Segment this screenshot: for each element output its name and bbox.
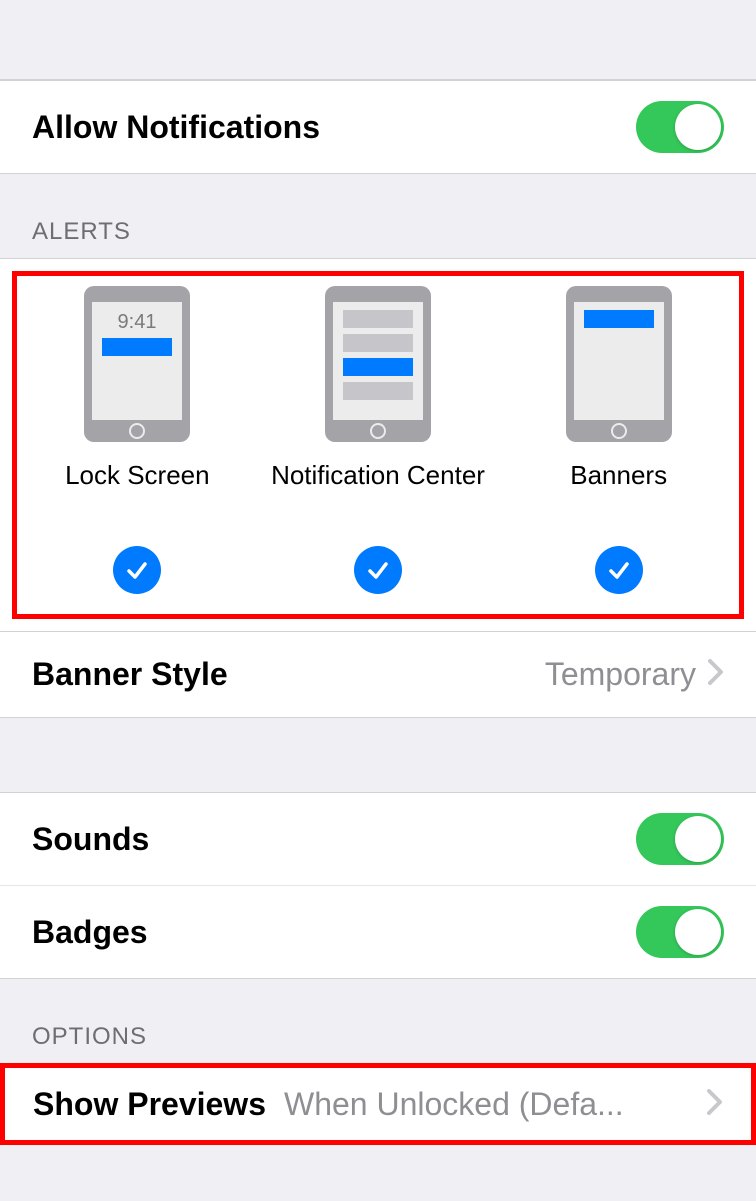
badges-label: Badges: [32, 914, 148, 951]
show-previews-row[interactable]: Show Previews When Unlocked (Defa...: [5, 1068, 751, 1140]
alert-item-lock-screen[interactable]: 9:41 Lock Screen: [17, 286, 258, 594]
checkmark-notification-center[interactable]: [354, 546, 402, 594]
checkmark-lock-screen[interactable]: [113, 546, 161, 594]
svg-text:9:41: 9:41: [118, 311, 157, 333]
sounds-row[interactable]: Sounds: [0, 793, 756, 886]
checkmark-icon: [124, 557, 150, 583]
show-previews-value: When Unlocked (Defa...: [284, 1086, 695, 1123]
sounds-badges-group: Sounds Badges: [0, 792, 756, 979]
notification-center-icon: [325, 286, 431, 442]
top-spacer: [0, 0, 756, 80]
alerts-panel: 9:41 Lock Screen Notificati: [0, 258, 756, 632]
show-previews-highlight-box: Show Previews When Unlocked (Defa...: [0, 1063, 756, 1145]
alert-item-banners[interactable]: Banners: [498, 286, 739, 594]
badges-toggle[interactable]: [636, 906, 724, 958]
checkmark-icon: [365, 557, 391, 583]
checkmark-banners[interactable]: [595, 546, 643, 594]
allow-notifications-row[interactable]: Allow Notifications: [0, 80, 756, 174]
sounds-label: Sounds: [32, 821, 149, 858]
alert-label-notification-center: Notification Center: [271, 460, 485, 491]
banner-style-label: Banner Style: [32, 656, 228, 693]
chevron-right-icon: [707, 1086, 723, 1123]
banner-style-row[interactable]: Banner Style Temporary: [0, 632, 756, 718]
allow-notifications-toggle[interactable]: [636, 101, 724, 153]
allow-notifications-label: Allow Notifications: [32, 109, 320, 146]
alerts-section-header: ALERTS: [0, 174, 756, 258]
lock-screen-icon: 9:41: [84, 286, 190, 442]
sounds-toggle[interactable]: [636, 813, 724, 865]
show-previews-label: Show Previews: [33, 1086, 266, 1123]
banner-style-value: Temporary: [545, 656, 696, 693]
options-section-header: OPTIONS: [0, 979, 756, 1063]
chevron-right-icon: [708, 656, 724, 693]
checkmark-icon: [606, 557, 632, 583]
alert-item-notification-center[interactable]: Notification Center: [258, 286, 499, 594]
banners-icon: [566, 286, 672, 442]
alert-label-banners: Banners: [570, 460, 667, 491]
alert-label-lock-screen: Lock Screen: [65, 460, 210, 491]
gap-1: [0, 718, 756, 792]
badges-row[interactable]: Badges: [0, 886, 756, 978]
alerts-highlight-box: 9:41 Lock Screen Notificati: [12, 271, 744, 619]
